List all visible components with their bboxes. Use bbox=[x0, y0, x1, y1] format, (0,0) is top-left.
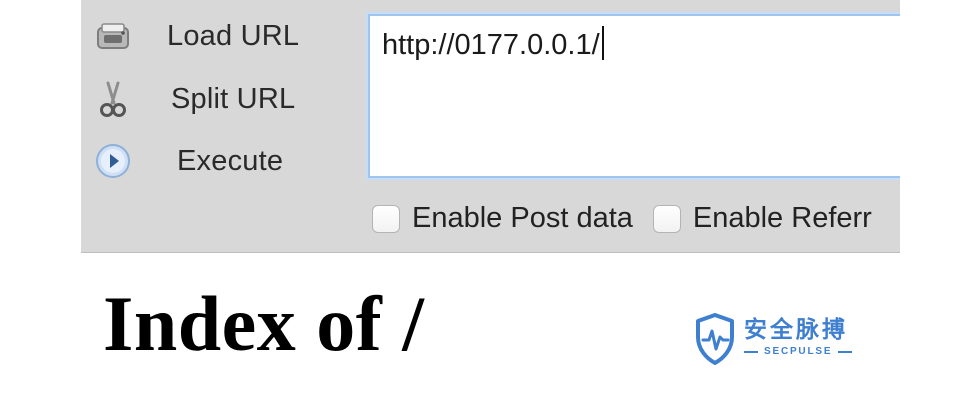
enable-referrer-checkbox[interactable] bbox=[652, 204, 681, 233]
browser-viewport: Load URL Split URL Execute http://0177.0… bbox=[81, 0, 900, 391]
load-url-button[interactable]: Load URL bbox=[91, 12, 331, 60]
watermark-english: SECPULSE bbox=[764, 346, 833, 357]
split-url-button[interactable]: Split URL bbox=[91, 75, 331, 123]
watermark-english-row: SECPULSE bbox=[744, 346, 853, 357]
options-row: Enable Post data Enable Referr bbox=[372, 202, 892, 235]
watermark-chinese: 安全脉搏 bbox=[744, 317, 848, 343]
split-url-label: Split URL bbox=[171, 82, 296, 115]
text-cursor bbox=[601, 26, 604, 60]
load-url-label: Load URL bbox=[167, 19, 300, 52]
enable-referrer-option[interactable]: Enable Referr bbox=[652, 202, 872, 235]
hackbar-toolbar: Load URL Split URL Execute http://0177.0… bbox=[81, 0, 900, 253]
execute-button[interactable]: Execute bbox=[91, 137, 331, 185]
watermark-left-line bbox=[744, 350, 758, 353]
load-url-icon bbox=[91, 14, 135, 58]
play-icon bbox=[91, 139, 135, 183]
watermark-right-line bbox=[838, 350, 853, 353]
scissors-icon bbox=[91, 77, 135, 121]
execute-label: Execute bbox=[177, 144, 284, 177]
enable-post-data-option[interactable]: Enable Post data bbox=[372, 202, 633, 235]
page-title: Index of / bbox=[103, 280, 425, 367]
enable-post-data-label: Enable Post data bbox=[412, 202, 633, 234]
page-content: Index of / 安全脉搏 SECPULSE bbox=[81, 253, 900, 391]
watermark-text: 安全脉搏 SECPULSE bbox=[744, 317, 853, 357]
secpulse-watermark: 安全脉搏 SECPULSE bbox=[694, 313, 879, 368]
url-input[interactable]: http://0177.0.0.1/ bbox=[368, 14, 900, 178]
shield-pulse-icon bbox=[694, 313, 736, 365]
url-text: http://0177.0.0.1/ bbox=[382, 29, 600, 61]
enable-post-data-checkbox[interactable] bbox=[372, 204, 400, 233]
enable-referrer-label: Enable Referr bbox=[692, 202, 872, 234]
